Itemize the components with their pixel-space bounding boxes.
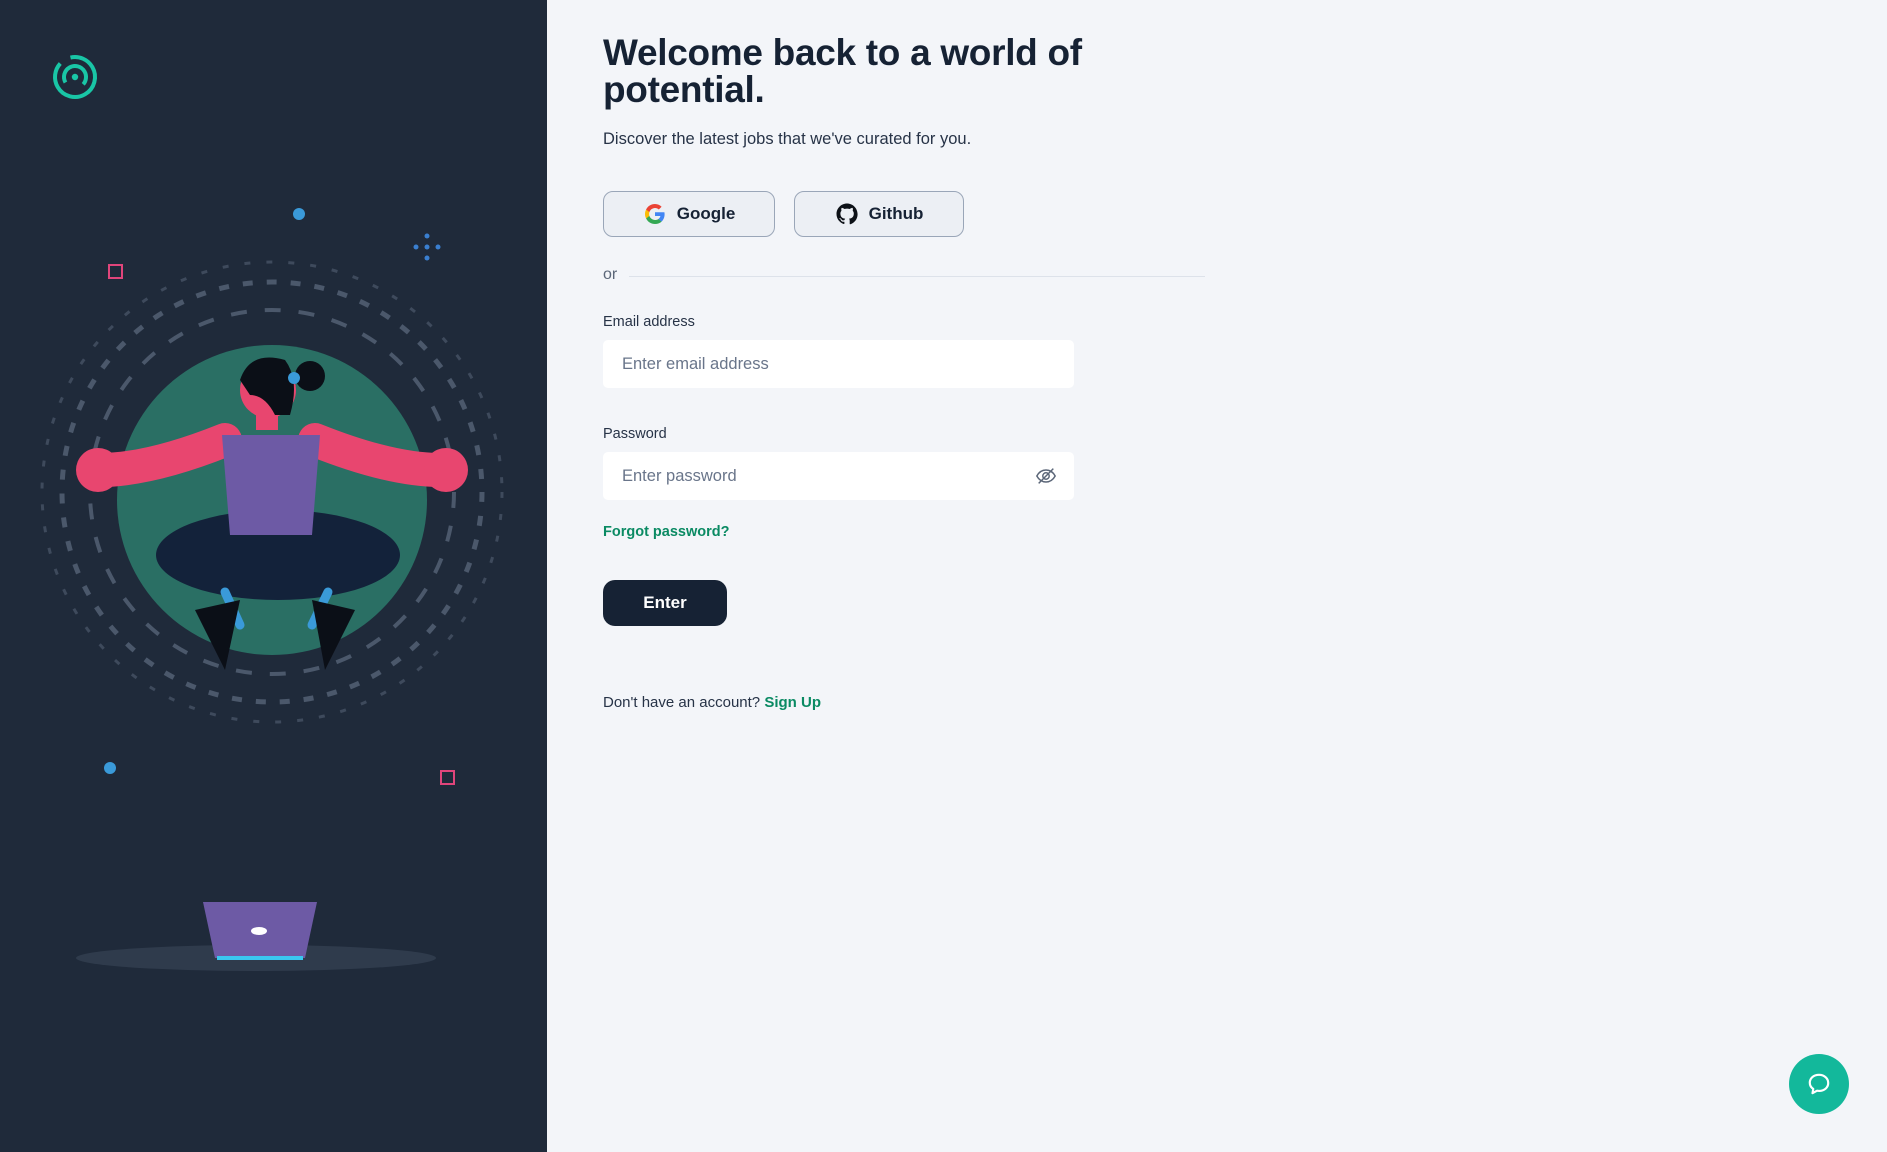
signup-link[interactable]: Sign Up bbox=[764, 694, 821, 711]
google-icon bbox=[644, 204, 665, 224]
signup-row: Don't have an account? Sign Up bbox=[603, 694, 821, 711]
github-button-label: Github bbox=[868, 204, 924, 223]
password-label: Password bbox=[603, 426, 667, 442]
eye-off-icon[interactable] bbox=[1035, 465, 1057, 487]
email-label: Email address bbox=[603, 314, 695, 330]
page-title: Welcome back to a world of potential. bbox=[603, 32, 1082, 110]
signup-prompt: Don't have an account? bbox=[603, 694, 761, 711]
enter-button[interactable]: Enter bbox=[603, 580, 727, 626]
github-signin-button[interactable]: Github bbox=[794, 191, 964, 237]
illustration-panel bbox=[0, 0, 547, 1152]
github-icon bbox=[836, 203, 858, 225]
meditation-illustration bbox=[40, 208, 504, 971]
chat-button[interactable] bbox=[1789, 1054, 1849, 1114]
divider-line bbox=[629, 276, 1205, 277]
page-subtitle: Discover the latest jobs that we've cura… bbox=[603, 130, 972, 148]
password-field-wrapper bbox=[603, 452, 1074, 500]
forgot-password-link[interactable]: Forgot password? bbox=[603, 524, 729, 540]
email-field-wrapper bbox=[603, 340, 1074, 388]
google-button-label: Google bbox=[676, 204, 736, 223]
google-signin-button[interactable]: Google bbox=[603, 191, 775, 237]
chat-bubble-icon bbox=[1808, 1073, 1830, 1095]
password-input[interactable] bbox=[620, 465, 1035, 487]
email-input[interactable] bbox=[620, 353, 1057, 375]
login-form-panel: Welcome back to a world of potential. Di… bbox=[547, 0, 1887, 1152]
or-divider-label: or bbox=[603, 266, 618, 283]
